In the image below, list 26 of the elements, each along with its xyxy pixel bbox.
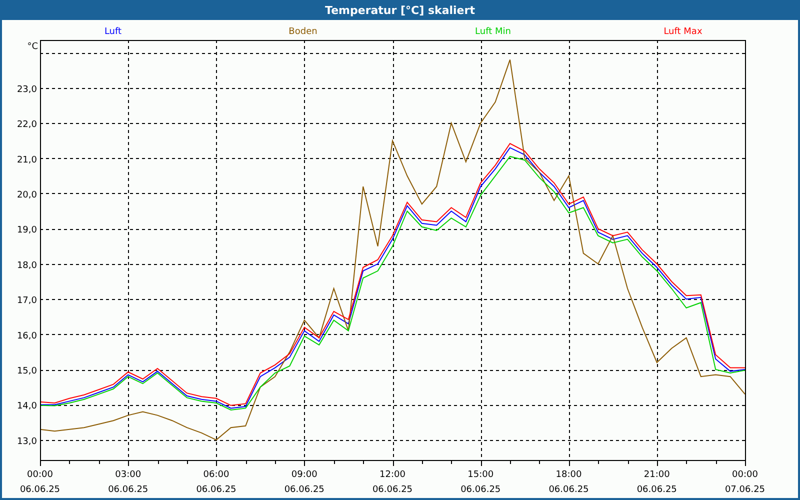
axis-tick-label: 15:00 06.06.25 (460, 470, 501, 495)
legend-label: Luft (104, 27, 122, 37)
axis-tick-label: 18,0 (16, 260, 37, 271)
axis-tick-label: 09:00 06.06.25 (284, 470, 324, 495)
axis-tick-label: 13,0 (16, 436, 37, 447)
legend-label: Boden (288, 27, 318, 37)
axis-tick-label: 23,0 (16, 84, 37, 95)
axis-tick-label: 15,0 (16, 366, 37, 377)
axis-tick-label: 21:00 06.06.25 (636, 470, 677, 495)
window-title: Temperatur [°C] skaliert (325, 4, 475, 16)
legend-label: Luft Min (475, 27, 511, 37)
axis-tick-label: 03:00 06.06.25 (108, 470, 148, 495)
axis-tick-label: 19,0 (16, 226, 37, 236)
axis-tick-label: 22,0 (16, 120, 37, 130)
axis-tick-label: 20,0 (16, 190, 37, 200)
axis-tick-label: 14,0 (16, 402, 37, 412)
axis-tick-label: 16,0 (16, 331, 37, 342)
axis-tick-label: 12:00 06.06.25 (372, 470, 413, 495)
axis-tick-label: 18:00 06.06.25 (548, 470, 589, 495)
axis-tick-label: 06:00 06.06.25 (196, 470, 236, 495)
axis-tick-label: 17,0 (16, 296, 37, 306)
axis-tick-label: 00:00 07.06.25 (724, 470, 766, 495)
y-axis-unit: °C (27, 42, 38, 52)
legend-label: Luft Max (664, 27, 702, 37)
axis-tick-label: 21,0 (16, 155, 37, 166)
axis-tick-label: 00:00 06.06.25 (20, 470, 60, 495)
